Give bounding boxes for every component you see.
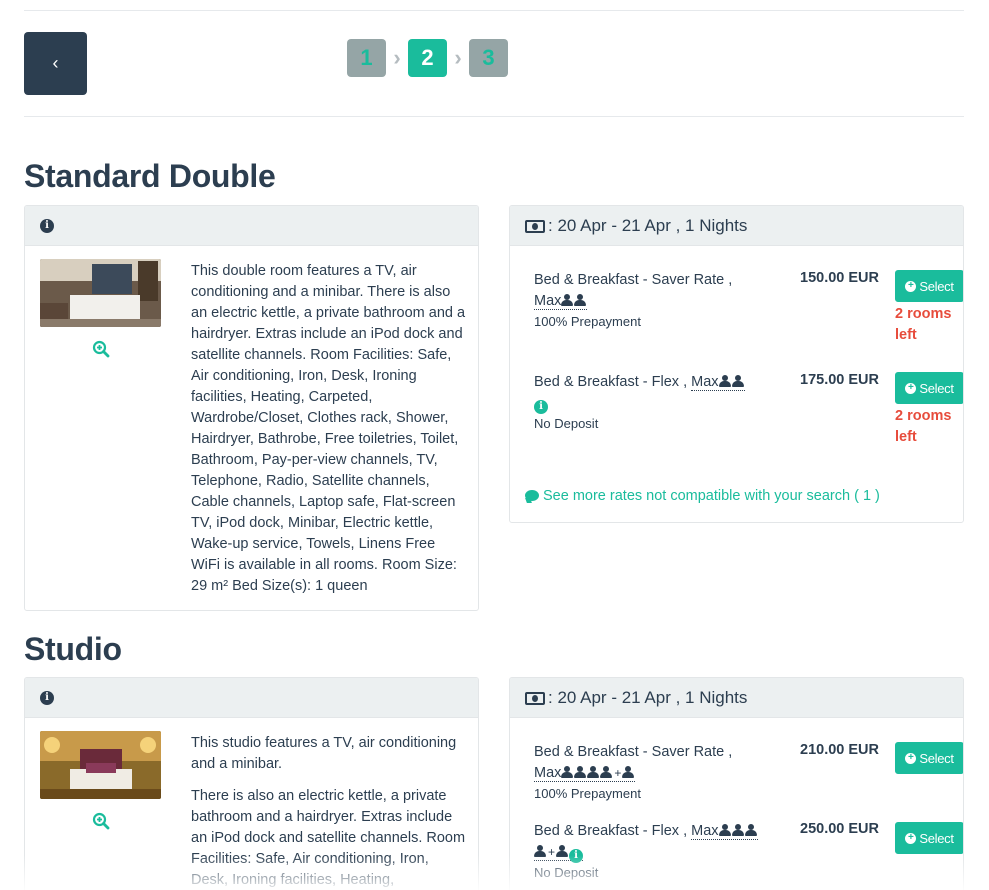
rate-price: 250.00 EUR [800,821,879,837]
plus-circle-icon: + [905,752,917,764]
rate-name: Bed & Breakfast - Flex , [534,374,688,390]
booking-steps: 1 › 2 › 3 [347,39,508,77]
rate-name: Bed & Breakfast - Saver Rate , [534,744,733,760]
rate-price: 175.00 EUR [800,372,879,388]
select-button[interactable]: + Select [895,742,963,774]
rates-panel: : 20 Apr - 21 Apr , 1 Nights Bed & Break… [509,677,964,890]
room-photo[interactable] [40,731,161,799]
rate-name: Bed & Breakfast - Flex , [534,823,688,839]
comment-icon [525,490,539,501]
step-2[interactable]: 2 [408,39,447,77]
person-icon [731,824,744,836]
room-info-header: i [25,206,478,246]
select-button[interactable]: + Select [895,822,963,854]
availability-warning: 2 rooms left [895,408,952,445]
max-occupancy[interactable]: Max [691,374,745,391]
see-more-rates-link[interactable]: See more rates not compatible with your … [525,488,880,504]
back-button[interactable]: ‹ [24,32,87,95]
room-title: Standard Double [24,158,276,194]
person-icon [574,766,587,778]
room-title: Studio [24,631,122,667]
stay-dates: : 20 Apr - 21 Apr , 1 Nights [548,215,748,235]
info-icon[interactable]: i [534,399,548,414]
step-separator-icon: › [393,45,401,70]
money-icon [525,692,545,705]
rates-header: : 20 Apr - 21 Apr , 1 Nights [510,206,963,246]
rate-price: 210.00 EUR [800,742,879,758]
room-info-panel: i This studio features a TV, air conditi… [24,677,479,890]
person-icon [561,294,574,306]
person-icon [574,294,587,306]
rate-condition: No Deposit [534,416,599,431]
person-icon [744,824,757,836]
rate-option: Bed & Breakfast - Flex , Max i No Deposi… [534,372,963,445]
room-info-panel: i This double room features a TV, air co… [24,205,479,611]
info-circle-icon[interactable]: i [40,690,54,705]
plus-circle-icon: + [905,280,917,292]
rate-option: Bed & Breakfast - Saver Rate , Max 100% … [534,270,963,343]
person-icon [622,766,635,778]
step-1[interactable]: 1 [347,39,386,77]
room-info-header: i [25,678,478,718]
person-icon [718,824,731,836]
person-icon [587,766,600,778]
room-description: This studio features a TV, air condition… [191,735,466,888]
rate-condition: No Deposit [534,865,599,880]
chevron-left-icon: ‹ [52,53,59,73]
person-icon [561,766,574,778]
info-circle-icon[interactable]: i [40,218,54,233]
max-occupancy[interactable]: Max [534,293,588,310]
stay-dates: : 20 Apr - 21 Apr , 1 Nights [548,687,748,707]
rate-price: 150.00 EUR [800,270,879,286]
select-button[interactable]: + Select [895,270,963,302]
rate-condition: 100% Prepayment [534,314,641,329]
rate-option: Bed & Breakfast - Flex , Max + i No Deposi… [534,821,963,880]
zoom-in-icon[interactable] [92,812,110,830]
rates-header: : 20 Apr - 21 Apr , 1 Nights [510,678,963,718]
zoom-in-icon[interactable] [92,340,110,358]
info-icon[interactable]: i [569,848,584,863]
room-photo[interactable] [40,259,161,327]
person-icon [718,375,731,387]
person-icon [556,845,569,857]
top-divider [24,10,964,11]
step-separator-icon: › [454,45,462,70]
availability-warning: 2 rooms left [895,306,952,343]
person-icon [534,845,546,857]
rate-option: Bed & Breakfast - Saver Rate , Max + 100%… [534,742,963,801]
room-description: This double room features a TV, air cond… [191,263,466,594]
nav-divider [24,116,964,117]
person-icon [731,375,744,387]
max-occupancy[interactable]: Max + [534,765,636,782]
rates-panel: : 20 Apr - 21 Apr , 1 Nights Bed & Break… [509,205,964,523]
select-button[interactable]: + Select [895,372,963,404]
plus-circle-icon: + [905,382,917,394]
rate-name: Bed & Breakfast - Saver Rate , [534,272,733,288]
plus-circle-icon: + [905,832,917,844]
rate-condition: 100% Prepayment [534,786,641,801]
money-icon [525,220,545,233]
person-icon [600,766,613,778]
step-3[interactable]: 3 [469,39,508,77]
